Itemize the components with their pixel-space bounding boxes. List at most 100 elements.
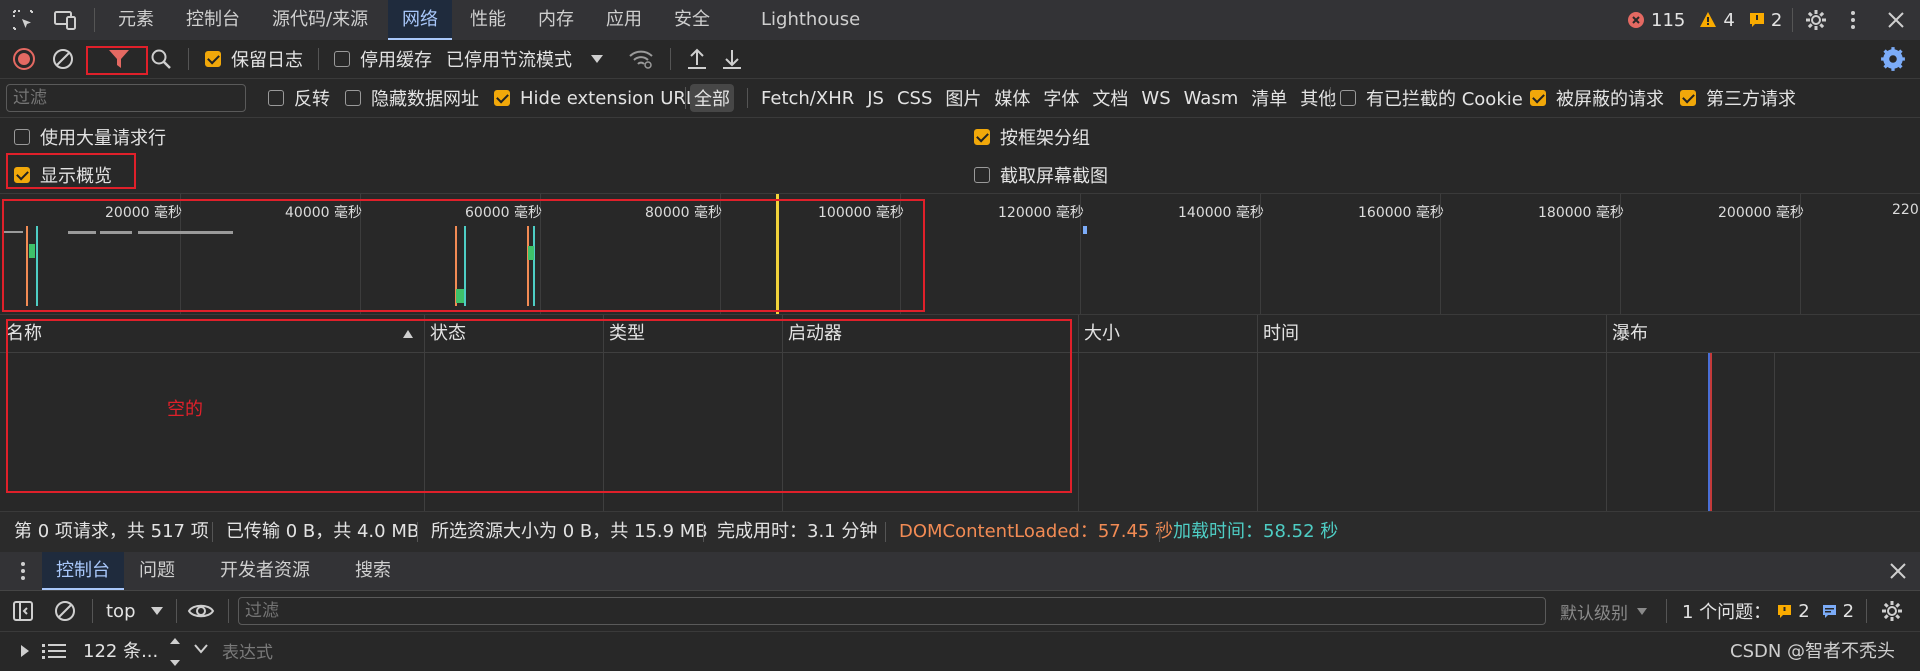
annotation-box-filter [86,46,148,75]
message-list-icon [42,642,66,660]
inspect-element-icon[interactable] [12,9,34,31]
expand-arrow-icon[interactable] [20,644,30,658]
tab-elements[interactable]: 元素 [118,0,154,40]
search-icon[interactable] [150,48,172,70]
annotation-box-overview [6,153,136,189]
hide-extension-urls-check[interactable] [494,90,510,106]
large-rows-check[interactable] [14,129,30,145]
tab-network[interactable]: 网络 [388,0,452,40]
tab-performance[interactable]: 性能 [470,0,506,40]
column-header-time[interactable]: 时间 [1257,315,1606,353]
issues-info-count: 2 [1842,600,1855,622]
hide-extension-urls-checkbox[interactable]: Hide extension URLs [494,79,705,117]
hide-data-urls-checkbox[interactable]: 隐藏数据网址 [345,79,479,117]
type-filter-img[interactable]: 图片 [945,85,981,111]
drawer-menu-icon[interactable] [20,560,26,582]
capture-screenshots-option[interactable]: 截取屏幕截图 [974,162,1108,188]
load-time: 加载时间：58.52 秒 [1173,521,1339,542]
large-rows-option[interactable]: 使用大量请求行 [14,124,166,150]
large-rows-label: 使用大量请求行 [40,128,166,149]
capture-screenshots-check[interactable] [974,167,990,183]
network-settings-gear-icon[interactable] [1880,46,1906,72]
overview-timeline[interactable]: 20000 毫秒 40000 毫秒 60000 毫秒 80000 毫秒 1000… [0,193,1920,314]
type-filter-css[interactable]: CSS [897,88,932,109]
close-devtools-icon[interactable] [1886,10,1906,30]
group-by-frame-option[interactable]: 按框架分组 [974,124,1090,150]
scroll-arrows-icon[interactable] [168,635,182,669]
info-issue-icon [1749,12,1765,28]
disable-cache-check[interactable] [334,51,350,67]
issues-label: 1 个问题： [1682,602,1772,623]
throttling-value: 已停用节流模式 [446,50,572,71]
blocked-requests-checkbox[interactable]: 被屏蔽的请求 [1530,79,1664,117]
invert-checkbox[interactable]: 反转 [268,79,330,117]
tab-sources[interactable]: 源代码/来源 [272,0,368,40]
live-expression-eye-icon[interactable] [187,601,215,621]
tab-lighthouse[interactable]: Lighthouse [761,0,860,40]
chevron-down-icon [194,644,208,654]
issue-counters[interactable]: 115 4 2 [1627,0,1782,40]
drawer-tab-console[interactable]: 控制台 [42,552,124,590]
type-filter-fetch-xhr[interactable]: Fetch/XHR [761,88,854,109]
column-header-size[interactable]: 大小 [1078,315,1257,353]
disable-cache-checkbox[interactable]: 停用缓存 [334,40,432,78]
type-filter-wasm[interactable]: Wasm [1184,88,1239,109]
log-level-select[interactable]: 默认级别 [1560,591,1648,631]
blocked-cookies-checkbox[interactable]: 有已拦截的 Cookie [1340,79,1523,117]
network-conditions-wifi-icon[interactable] [628,48,654,70]
record-stop-icon[interactable] [12,47,36,71]
type-filter-media[interactable]: 媒体 [994,85,1030,111]
invert-check[interactable] [268,90,284,106]
preserve-log-checkbox[interactable]: 保留日志 [205,40,303,78]
third-party-checkbox[interactable]: 第三方请求 [1680,79,1796,117]
close-drawer-icon[interactable] [1888,561,1908,581]
resources-size: 所选资源大小为 0 B，共 15.9 MB [431,521,708,542]
blocked-requests-label: 被屏蔽的请求 [1556,89,1664,110]
type-filter-manifest[interactable]: 清单 [1251,85,1287,111]
network-summary-bar: 第 0 项请求，共 517 项 已传输 0 B，共 4.0 MB 所选资源大小为… [0,511,1920,553]
console-settings-gear-icon[interactable] [1880,599,1904,623]
type-filter-js[interactable]: JS [867,88,884,109]
console-sidebar-icon[interactable] [12,600,34,622]
filter-input[interactable] [6,84,246,112]
warning-count: 4 [1723,9,1735,31]
clear-icon[interactable] [52,48,74,70]
chevron-down-icon [590,54,604,64]
clear-console-icon[interactable] [54,600,76,622]
issues-summary[interactable]: 1 个问题： 2 2 [1682,591,1854,631]
column-header-waterfall[interactable]: 瀑布 [1606,315,1920,353]
tab-console[interactable]: 控制台 [186,0,240,40]
context-selector[interactable]: top [106,591,164,631]
type-filter-all[interactable]: 全部 [690,84,734,112]
settings-gear-icon[interactable] [1804,8,1828,32]
tab-application[interactable]: 应用 [606,0,642,40]
blocked-requests-check[interactable] [1530,90,1546,106]
preserve-log-check[interactable] [205,51,221,67]
export-har-download-icon[interactable] [721,47,743,71]
type-filter-ws[interactable]: WS [1141,88,1170,109]
blocked-cookies-check[interactable] [1340,90,1356,106]
waterfall-load-line [1710,353,1712,511]
error-count: 115 [1651,9,1686,31]
type-filter-font[interactable]: 字体 [1043,85,1079,111]
tab-memory[interactable]: 内存 [538,0,574,40]
preserve-log-label: 保留日志 [231,50,303,71]
console-filter-input[interactable] [238,597,1546,625]
chevron-down-icon [150,606,164,616]
info-issue-icon [1822,604,1837,619]
hide-data-urls-check[interactable] [345,90,361,106]
device-toolbar-icon[interactable] [53,9,77,31]
drawer-tab-developer-resources[interactable]: 开发者资源 [220,552,310,590]
expression-placeholder[interactable]: 表达式 [222,642,273,660]
info-count: 2 [1770,9,1783,31]
error-icon [1627,11,1645,29]
third-party-check[interactable] [1680,90,1696,106]
import-har-upload-icon[interactable] [686,47,708,71]
throttling-select[interactable]: 已停用节流模式 [446,40,604,78]
tab-security[interactable]: 安全 [674,0,710,40]
group-by-frame-check[interactable] [974,129,990,145]
type-filter-doc[interactable]: 文档 [1092,85,1128,111]
drawer-tab-issues[interactable]: 问题 [139,552,175,590]
more-options-icon[interactable] [1850,8,1856,32]
drawer-tab-search[interactable]: 搜索 [355,552,391,590]
